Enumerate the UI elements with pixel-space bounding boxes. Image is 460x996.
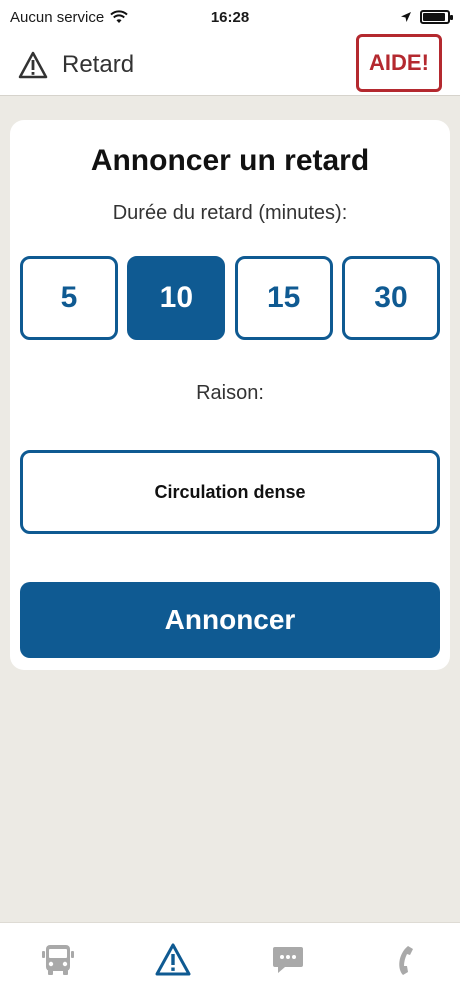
phone-icon: [398, 945, 413, 975]
bus-icon: [41, 944, 74, 975]
carrier-text: Aucun service: [10, 8, 105, 26]
duration-option-5[interactable]: 5: [20, 256, 118, 340]
chat-icon: [272, 946, 303, 973]
app-header: Retard AIDE!: [0, 34, 460, 96]
announce-button[interactable]: Annoncer: [20, 582, 440, 658]
tab-delay[interactable]: [143, 930, 203, 990]
duration-option-15[interactable]: 15: [234, 256, 333, 340]
help-button[interactable]: AIDE!: [356, 34, 442, 92]
delay-card: Annoncer un retard Durée du retard (minu…: [10, 120, 450, 670]
battery-icon: [420, 10, 453, 24]
warning-icon: [155, 943, 190, 975]
reason-label: Raison:: [196, 382, 264, 404]
tab-phone[interactable]: [373, 930, 433, 990]
duration-label: Durée du retard (minutes):: [112, 202, 348, 224]
location-arrow-icon: [401, 12, 411, 22]
tab-messages[interactable]: [258, 930, 318, 990]
page-title: Retard: [62, 50, 135, 78]
card-title: Annoncer un retard: [90, 144, 370, 177]
duration-option-30[interactable]: 30: [341, 256, 440, 340]
reason-select[interactable]: Circulation dense: [20, 450, 440, 534]
tab-bus[interactable]: [28, 930, 88, 990]
status-left: Aucun service: [10, 9, 128, 26]
tab-bar: [0, 922, 460, 996]
warning-icon: [18, 51, 48, 78]
status-bar: Aucun service 16:28: [0, 0, 460, 34]
wifi-icon: [110, 10, 128, 23]
status-right: [400, 10, 453, 24]
duration-options: 5 10 15 30: [20, 256, 440, 340]
duration-option-10[interactable]: 10: [127, 256, 226, 340]
